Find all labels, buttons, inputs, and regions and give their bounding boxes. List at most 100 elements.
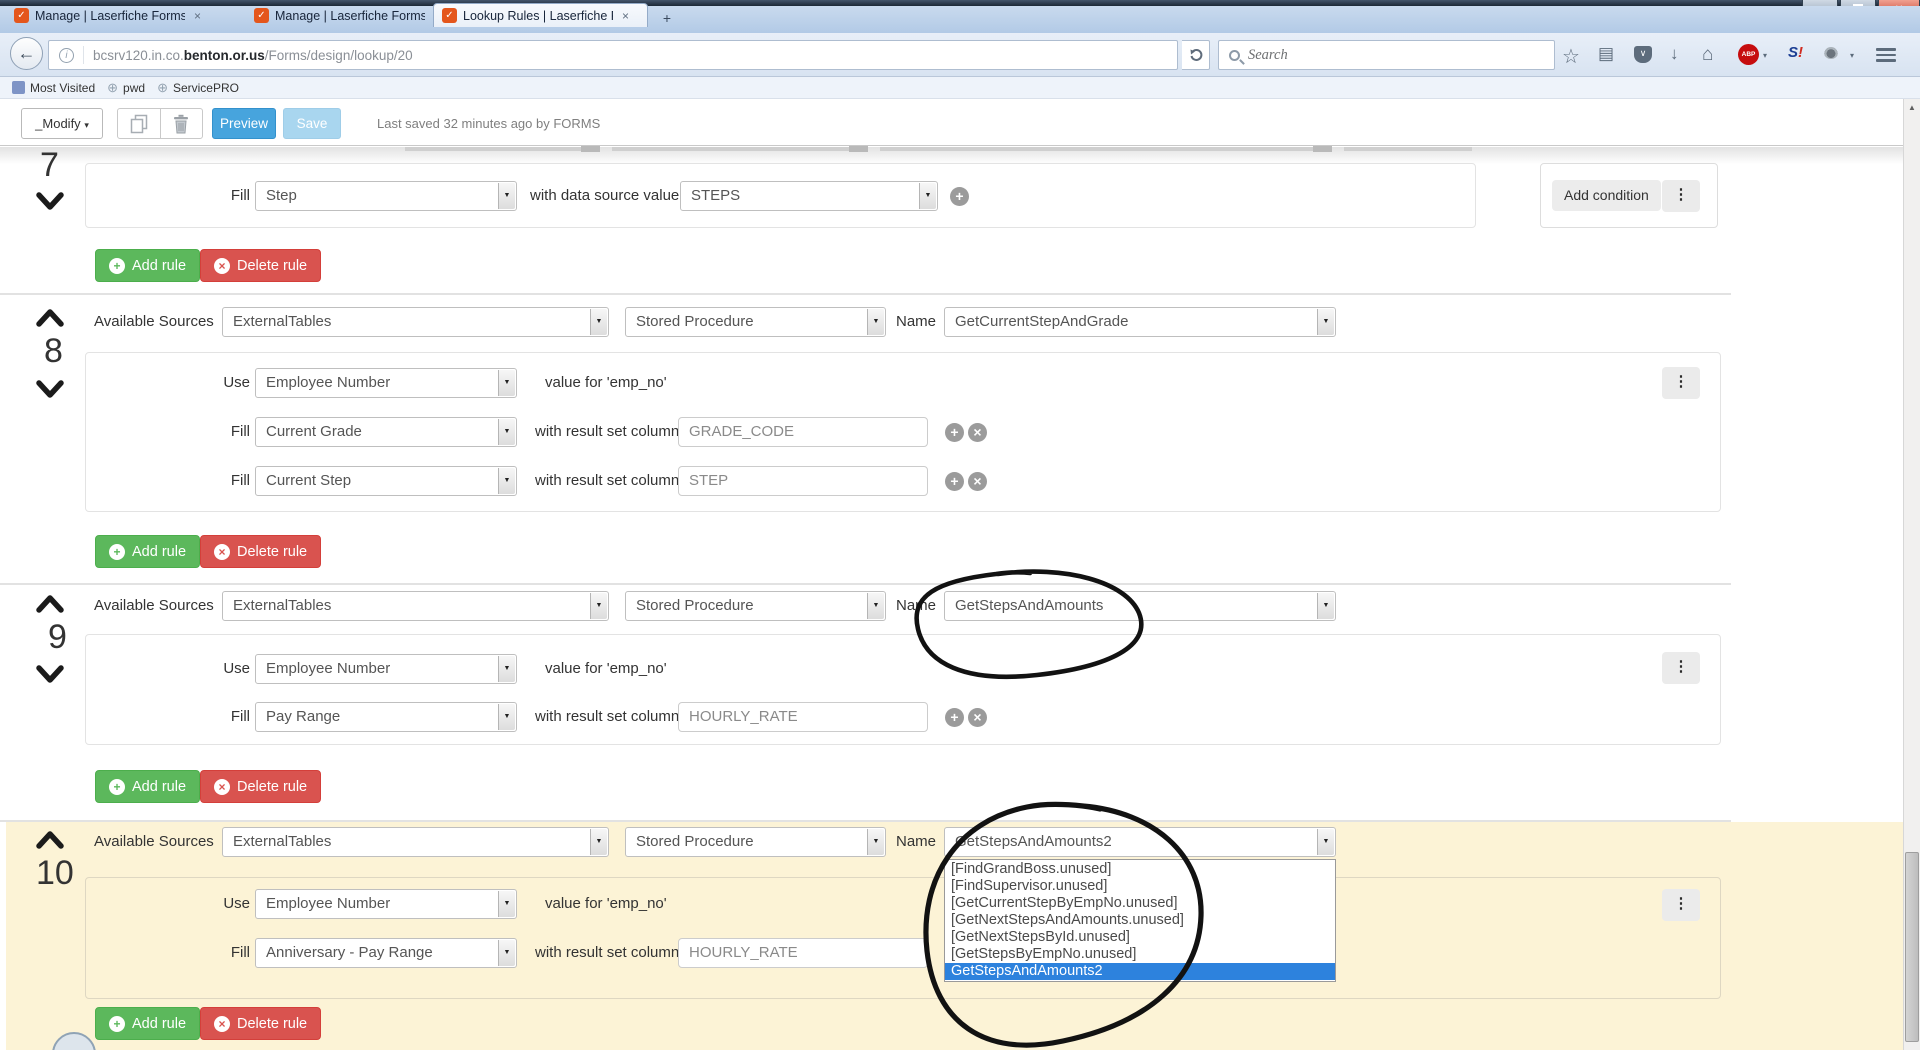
bookmark-star-icon[interactable]: ☆ <box>1562 44 1580 69</box>
rule-9-source-select[interactable]: ExternalTables ▼ <box>222 591 609 621</box>
rule-7-move-down-icon[interactable] <box>34 191 66 211</box>
rule-10-result-column-input[interactable]: HOURLY_RATE <box>678 938 928 968</box>
rule-10-move-up-icon[interactable] <box>34 830 66 850</box>
delete-rule-button[interactable]: × Delete rule <box>200 770 322 803</box>
extension-caret-icon[interactable]: ▾ <box>1850 51 1854 60</box>
dropdown-option[interactable]: [GetStepsByEmpNo.unused] <box>945 946 1335 963</box>
dropdown-option[interactable]: [GetNextStepsAndAmounts.unused] <box>945 912 1335 929</box>
remove-fill-row-icon[interactable]: × <box>968 423 987 442</box>
add-fill-row-icon[interactable]: + <box>945 423 964 442</box>
rule-8-fill-field-select-1[interactable]: Current Grade ▼ <box>255 417 517 447</box>
tab-close-icon[interactable]: × <box>622 10 629 22</box>
fill-label: Fill <box>230 472 250 489</box>
scroll-up-icon[interactable]: ▲ <box>1904 100 1920 116</box>
rule-8-move-up-icon[interactable] <box>34 308 66 328</box>
remove-fill-row-icon[interactable]: × <box>968 472 987 491</box>
bookmarks-menu-icon[interactable]: ▤ <box>1598 44 1614 64</box>
add-fill-row-icon[interactable]: + <box>945 472 964 491</box>
rule-8-fill-field-select-2[interactable]: Current Step ▼ <box>255 466 517 496</box>
rule-7-data-source-value-select[interactable]: STEPS ▼ <box>680 181 938 211</box>
rule-8-move-down-icon[interactable] <box>34 379 66 399</box>
home-icon[interactable]: ⌂ <box>1702 44 1713 66</box>
new-tab-button[interactable]: + <box>655 11 679 28</box>
adblock-caret-icon[interactable]: ▾ <box>1763 51 1767 60</box>
bookmark-most-visited[interactable]: Most Visited <box>12 81 95 95</box>
site-info-icon[interactable]: i <box>59 47 74 63</box>
rule-9-move-down-icon[interactable] <box>34 664 66 684</box>
search-input[interactable] <box>1248 46 1554 64</box>
delete-rule-button[interactable]: × Delete rule <box>200 535 322 568</box>
downloads-icon[interactable]: ↓ <box>1670 44 1679 64</box>
servicepro-extension-icon[interactable]: S! <box>1788 44 1803 61</box>
globe-icon: ⊕ <box>157 80 168 95</box>
add-fill-row-icon[interactable]: + <box>950 187 969 206</box>
save-button-disabled[interactable]: Save <box>283 108 341 139</box>
rule-7-fill-field-select[interactable]: Step ▼ <box>255 181 517 211</box>
tab-title: Manage | Laserfiche Forms <box>275 8 425 23</box>
tab-lookup-rules-active[interactable]: ✓ Lookup Rules | Laserfiche F... × <box>433 3 648 27</box>
rule-10-use-field-select[interactable]: Employee Number ▼ <box>255 889 517 919</box>
rule-9-procedure-name-select[interactable]: GetStepsAndAmounts ▼ <box>944 591 1336 621</box>
rule-10-procedure-name-select-open[interactable]: GetStepsAndAmounts2 ▼ <box>944 827 1336 857</box>
menu-hamburger-icon[interactable] <box>1876 48 1896 65</box>
rule-9-move-up-icon[interactable] <box>34 594 66 614</box>
rule-9-options-kebab-button[interactable]: ⋮ <box>1662 652 1700 684</box>
select-arrow-icon: ▼ <box>498 419 515 445</box>
rule-8-result-column-input-1[interactable]: GRADE_CODE <box>678 417 928 447</box>
rule-8-options-kebab-button[interactable]: ⋮ <box>1662 367 1700 399</box>
rule-8-result-column-input-2[interactable]: STEP <box>678 466 928 496</box>
url-separator <box>83 46 84 64</box>
dropdown-option[interactable]: [FindSupervisor.unused] <box>945 878 1335 895</box>
add-rule-button[interactable]: + Add rule <box>95 249 201 282</box>
fill-label: Fill <box>230 708 250 725</box>
rule-9-result-column-input[interactable]: HOURLY_RATE <box>678 702 928 732</box>
select-arrow-icon: ▼ <box>590 309 607 335</box>
rule-9-use-field-select[interactable]: Employee Number ▼ <box>255 654 517 684</box>
extension-fly-icon[interactable] <box>1824 47 1838 59</box>
adblock-plus-icon[interactable]: ABP <box>1738 44 1759 65</box>
rule-8-procedure-name-select[interactable]: GetCurrentStepAndGrade ▼ <box>944 307 1336 337</box>
rule-8-source-select[interactable]: ExternalTables ▼ <box>222 307 609 337</box>
rule-9-fill-field-select[interactable]: Pay Range ▼ <box>255 702 517 732</box>
remove-fill-row-icon[interactable]: × <box>968 708 987 727</box>
tab-manage-2[interactable]: ✓ Manage | Laserfiche Forms × <box>246 4 454 27</box>
rule-8-use-field-select[interactable]: Employee Number ▼ <box>255 368 517 398</box>
dropdown-option[interactable]: [GetCurrentStepByEmpNo.unused] <box>945 895 1335 912</box>
add-fill-row-icon[interactable]: + <box>945 708 964 727</box>
tab-manage-1[interactable]: ✓ Manage | Laserfiche Forms × <box>6 4 213 27</box>
copy-button[interactable] <box>118 109 160 138</box>
plus-circle-icon: + <box>109 257 125 274</box>
rule-10-options-kebab-button[interactable]: ⋮ <box>1662 889 1700 921</box>
preview-button[interactable]: Preview <box>212 108 276 139</box>
modify-dropdown-button[interactable]: _Modify ▾ <box>21 108 103 139</box>
rule-9-source-type-select[interactable]: Stored Procedure ▼ <box>625 591 886 621</box>
url-bar[interactable]: i bcsrv120.in.co.benton.or.us/Forms/desi… <box>48 40 1178 70</box>
dropdown-option[interactable]: [FindGrandBoss.unused] <box>945 861 1335 878</box>
bookmark-pwd[interactable]: ⊕ pwd <box>107 81 145 95</box>
rule-10-source-select[interactable]: ExternalTables ▼ <box>222 827 609 857</box>
select-arrow-icon: ▼ <box>498 370 515 396</box>
pocket-icon[interactable]: ∨ <box>1634 46 1652 63</box>
scrollbar-thumb[interactable] <box>1905 852 1919 1042</box>
rule-10-fill-field-select[interactable]: Anniversary - Pay Range ▼ <box>255 938 517 968</box>
back-button[interactable]: ← <box>10 37 43 70</box>
tab-close-icon[interactable]: × <box>194 10 201 22</box>
add-rule-button[interactable]: + Add rule <box>95 770 201 803</box>
add-condition-button[interactable]: Add condition <box>1552 180 1661 211</box>
add-rule-button[interactable]: + Add rule <box>95 1007 201 1040</box>
add-rule-button[interactable]: + Add rule <box>95 535 201 568</box>
delete-button[interactable] <box>159 109 203 138</box>
dropdown-option-selected[interactable]: GetStepsAndAmounts2 <box>945 963 1335 980</box>
delete-rule-button[interactable]: × Delete rule <box>200 1007 322 1040</box>
fill-label: Fill <box>230 944 250 961</box>
rule-10-source-type-select[interactable]: Stored Procedure ▼ <box>625 827 886 857</box>
available-sources-label: Available Sources <box>94 313 214 330</box>
search-bar[interactable] <box>1218 40 1555 70</box>
page-scrollbar[interactable]: ▲ <box>1903 99 1920 1050</box>
bookmark-servicepro[interactable]: ⊕ ServicePRO <box>157 81 239 95</box>
rule-8-source-type-select[interactable]: Stored Procedure ▼ <box>625 307 886 337</box>
reload-button[interactable] <box>1182 40 1210 70</box>
rule-7-options-kebab-button[interactable]: ⋮ <box>1662 180 1700 212</box>
delete-rule-button[interactable]: × Delete rule <box>200 249 322 282</box>
dropdown-option[interactable]: [GetNextStepsById.unused] <box>945 929 1335 946</box>
